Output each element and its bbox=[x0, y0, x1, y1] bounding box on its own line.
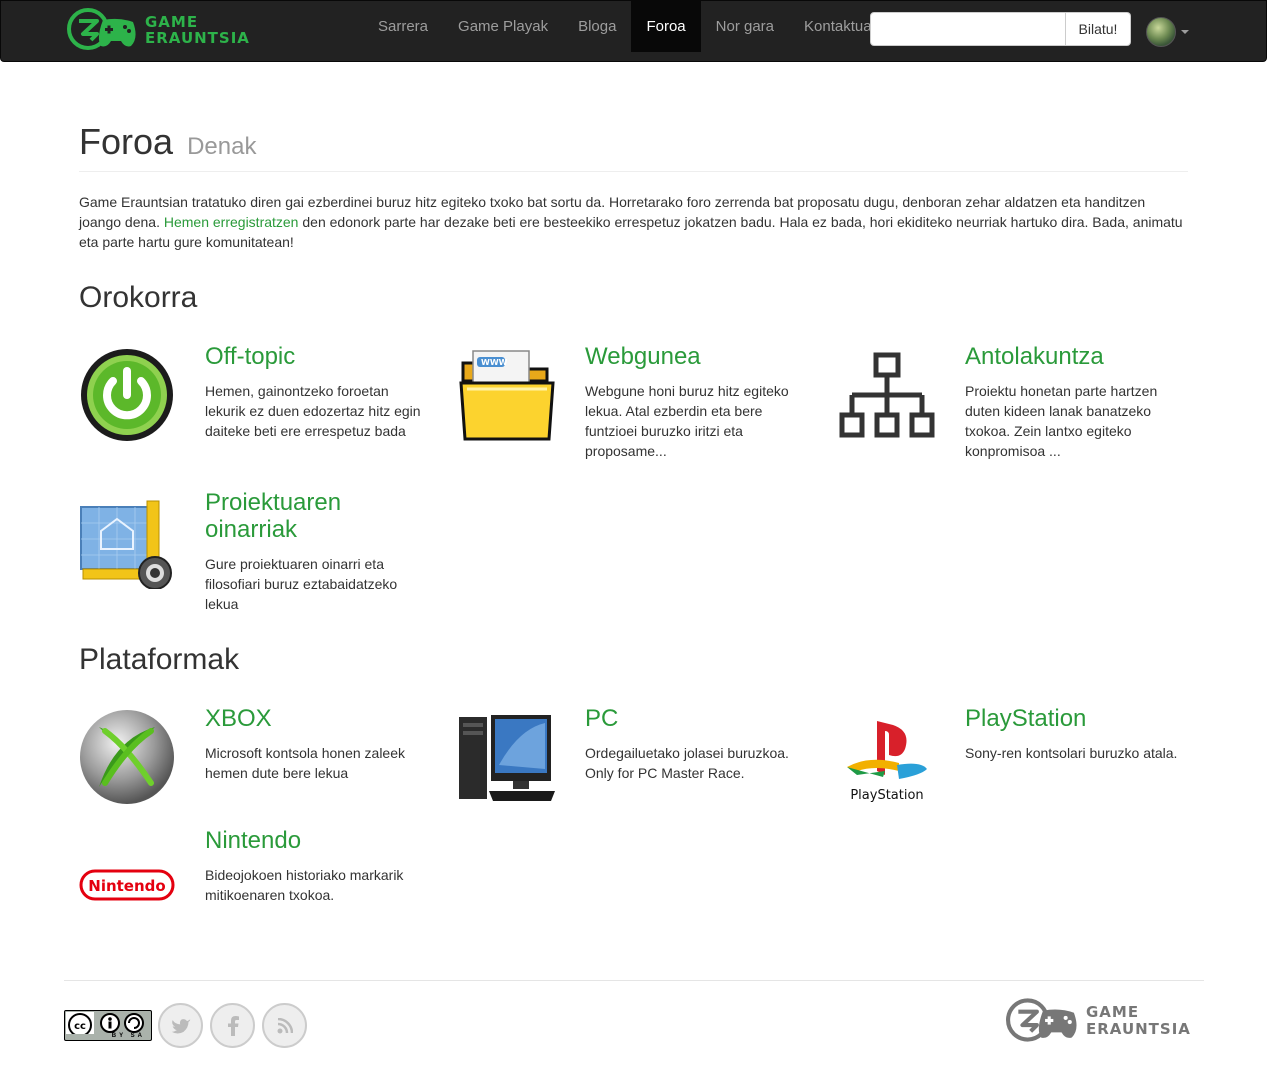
forum-item-off-topic: Off-topic Hemen, gainontzeko foroetan le… bbox=[79, 343, 439, 473]
power-icon bbox=[81, 349, 173, 441]
facebook-icon bbox=[227, 1015, 239, 1036]
forum-title[interactable]: PC bbox=[585, 705, 815, 732]
page-subtitle: Denak bbox=[187, 133, 257, 160]
intro-text: Game Erauntsian tratatuko diren gai ezbe… bbox=[79, 194, 1183, 250]
forum-desc: Ordegailuetako jolasei buruzkoa. Only fo… bbox=[585, 745, 789, 781]
forum-item-nintendo: Nintendo Nintendo Bideojokoen historiako… bbox=[79, 827, 439, 957]
nav-sarrera[interactable]: Sarrera bbox=[363, 1, 443, 52]
navbar: GAME ERAUNTSIA Sarrera Game Playak Bloga… bbox=[0, 0, 1267, 62]
svg-text:WWW: WWW bbox=[481, 358, 508, 367]
forum-title[interactable]: Antolakuntza bbox=[965, 343, 1195, 370]
footer-brand-line1: GAME bbox=[1086, 1003, 1140, 1021]
forum-desc: Gure proiektuaren oinarri eta filosofiar… bbox=[205, 556, 398, 612]
xbox-icon bbox=[80, 710, 174, 804]
forum-desc: Proiektu honetan parte hartzen duten kid… bbox=[965, 383, 1158, 459]
folder-www-icon: WWW bbox=[459, 350, 555, 441]
section-title-orokorra: Orokorra bbox=[79, 281, 198, 314]
brand-logo[interactable]: GAME ERAUNTSIA bbox=[67, 8, 267, 52]
section-title-plataformak: Plataformak bbox=[79, 643, 240, 676]
forum-desc: Webgune honi buruz hitz egiteko lekua. A… bbox=[585, 383, 789, 459]
footer-brand-line2: ERAUNTSIA bbox=[1086, 1020, 1191, 1038]
nav-nor-gara[interactable]: Nor gara bbox=[701, 1, 789, 52]
forum-desc: Sony-ren kontsolari buruzko atala. bbox=[965, 745, 1178, 761]
forum-item-pc: PC Ordegailuetako jolasei buruzkoa. Only… bbox=[459, 705, 819, 835]
caret-down-icon bbox=[1181, 30, 1189, 34]
brand-line2: ERAUNTSIA bbox=[145, 29, 250, 47]
twitter-icon bbox=[171, 1018, 190, 1033]
avatar bbox=[1146, 17, 1176, 47]
forum-title[interactable]: Proiektuaren oinarriak bbox=[205, 489, 435, 543]
rss-icon bbox=[277, 1017, 293, 1033]
forum-desc: Bideojokoen historiako markarik mitikoen… bbox=[205, 867, 404, 903]
brand-line1: GAME bbox=[145, 13, 199, 31]
nav-bloga[interactable]: Bloga bbox=[563, 1, 631, 52]
playstation-logo-text: PlayStation bbox=[850, 788, 923, 803]
main-nav: Sarrera Game Playak Bloga Foroa Nor gara… bbox=[363, 1, 887, 52]
forum-item-proiektuaren-oinarriak: Proiektuaren oinarriak Gure proiektuaren… bbox=[79, 489, 439, 619]
forum-desc: Microsoft kontsola honen zaleek hemen du… bbox=[205, 745, 405, 781]
footer-brand-logo[interactable]: GAME ERAUNTSIA bbox=[1006, 998, 1191, 1044]
rss-button[interactable] bbox=[262, 1003, 307, 1048]
forum-item-webgunea: WWW Webgunea Webgune honi buruz hitz egi… bbox=[459, 343, 819, 473]
forum-item-antolakuntza: Antolakuntza Proiektu honetan parte hart… bbox=[839, 343, 1199, 473]
nav-foroa[interactable]: Foroa bbox=[631, 1, 701, 52]
forum-title[interactable]: PlayStation bbox=[965, 705, 1195, 732]
search-button[interactable]: Bilatu! bbox=[1066, 12, 1131, 46]
forum-item-xbox: XBOX Microsoft kontsola honen zaleek hem… bbox=[79, 705, 439, 835]
nintendo-logo-text: Nintendo bbox=[88, 877, 165, 895]
org-chart-icon bbox=[839, 352, 935, 438]
search-form: Bilatu! bbox=[870, 12, 1131, 46]
search-input[interactable] bbox=[870, 12, 1066, 46]
nintendo-icon: Nintendo bbox=[79, 869, 175, 901]
twitter-button[interactable] bbox=[158, 1003, 203, 1048]
blueprint-icon bbox=[80, 500, 172, 589]
page-header: Foroa Denak bbox=[79, 120, 1188, 172]
register-link[interactable]: Hemen erregistratzen bbox=[164, 214, 299, 230]
creative-commons-badge[interactable]: cc BY SA bbox=[64, 1010, 152, 1041]
forum-item-playstation: PlayStation PlayStation Sony-ren kontsol… bbox=[839, 705, 1199, 835]
forum-title[interactable]: Off-topic bbox=[205, 343, 435, 370]
forum-title[interactable]: Nintendo bbox=[205, 827, 435, 854]
playstation-icon: PlayStation bbox=[847, 721, 927, 803]
forum-title[interactable]: XBOX bbox=[205, 705, 435, 732]
forum-desc: Hemen, gainontzeko foroetan lekurik ez d… bbox=[205, 383, 421, 439]
page-title: Foroa bbox=[79, 121, 174, 162]
forum-title[interactable]: Webgunea bbox=[585, 343, 815, 370]
gamepad-logo-icon bbox=[1006, 998, 1077, 1042]
footer-divider bbox=[64, 980, 1204, 981]
svg-text:cc: cc bbox=[74, 1021, 86, 1032]
nav-game-playak[interactable]: Game Playak bbox=[443, 1, 563, 52]
facebook-button[interactable] bbox=[210, 1003, 255, 1048]
gamepad-logo-icon bbox=[67, 8, 136, 50]
cc-icon: cc bbox=[66, 1012, 144, 1034]
user-menu[interactable] bbox=[1146, 17, 1189, 47]
license-text: BY SA bbox=[111, 1033, 145, 1039]
pc-icon bbox=[459, 715, 555, 801]
